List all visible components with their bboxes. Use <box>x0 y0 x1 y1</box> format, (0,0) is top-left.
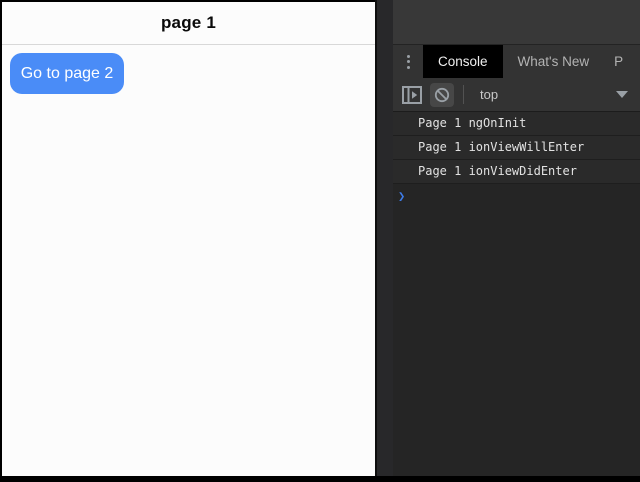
prompt-chevron-icon: ❯ <box>398 189 405 203</box>
devtools-panel: Console What's New P top <box>393 0 640 476</box>
devtools-tab-bar: Console What's New P <box>393 44 640 78</box>
show-console-sidebar-button[interactable] <box>400 83 424 107</box>
javascript-context-selector[interactable]: top <box>480 87 498 102</box>
console-message: Page 1 ngOnInit <box>393 112 640 136</box>
panel-resize-divider[interactable] <box>375 0 393 476</box>
app-page: page 1 Go to page 2 <box>2 2 375 476</box>
dropdown-arrow-icon[interactable] <box>616 91 628 98</box>
show-console-sidebar-icon <box>402 86 422 104</box>
go-to-page-2-button[interactable]: Go to page 2 <box>10 53 124 94</box>
console-prompt[interactable]: ❯ <box>393 184 640 208</box>
app-header: page 1 <box>2 2 375 45</box>
kebab-menu-icon[interactable] <box>393 45 423 78</box>
tab-console[interactable]: Console <box>423 45 503 78</box>
console-message: Page 1 ionViewDidEnter <box>393 160 640 184</box>
tab-whats-new[interactable]: What's New <box>503 45 605 78</box>
page-title: page 1 <box>161 13 216 33</box>
devtools-top-band <box>393 0 640 44</box>
screenshot-root: page 1 Go to page 2 Console What's New P <box>0 0 640 482</box>
console-message: Page 1 ionViewWillEnter <box>393 136 640 160</box>
clear-console-icon <box>434 87 450 103</box>
tab-partial[interactable]: P <box>604 45 633 78</box>
console-toolbar: top <box>393 78 640 112</box>
clear-console-button[interactable] <box>430 83 454 107</box>
toolbar-separator <box>463 85 464 104</box>
